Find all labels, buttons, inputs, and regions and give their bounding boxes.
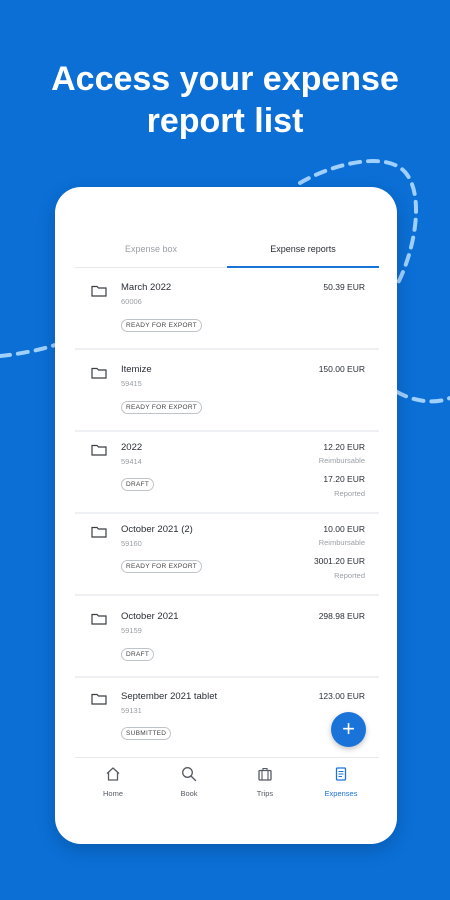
receipt-icon xyxy=(335,767,347,781)
folder-icon xyxy=(91,367,107,379)
status-badge: SUBMITTED xyxy=(121,727,172,740)
report-title: September 2021 tablet xyxy=(121,691,218,702)
report-card[interactable]: October 2021 (2) 59160 READY FOR EXPORT … xyxy=(75,514,379,594)
report-card[interactable]: October 2021 59159 DRAFT 298.98 EUR xyxy=(75,596,379,676)
search-icon xyxy=(182,767,197,782)
folder-icon xyxy=(91,285,107,297)
report-tabs: Expense box Expense reports xyxy=(75,232,379,268)
nav-trips[interactable]: Trips xyxy=(227,758,303,803)
report-amount: 150.00 EUR xyxy=(318,364,365,374)
folder-icon xyxy=(91,693,107,705)
report-card[interactable]: March 2022 60006 READY FOR EXPORT 50.39 … xyxy=(75,268,379,348)
report-number: 60006 xyxy=(121,297,142,306)
nav-trips-label: Trips xyxy=(256,789,274,798)
report-card[interactable]: 2022 59414 DRAFT 12.20 EUR Reimbursable … xyxy=(75,432,379,512)
report-number: 59131 xyxy=(121,706,142,715)
folder-icon xyxy=(91,613,107,625)
report-title: 2022 xyxy=(121,442,143,453)
tab-expense-box[interactable]: Expense box xyxy=(75,232,227,267)
plus-icon: + xyxy=(342,716,355,741)
folder-icon xyxy=(91,444,107,456)
app-screen: Expense box Expense reports March 2022 6… xyxy=(75,232,379,803)
bottom-navigation: Home Book Trips Expenses xyxy=(75,757,379,803)
nav-book-label: Book xyxy=(180,789,198,798)
report-amount: 10.00 EUR xyxy=(323,524,365,534)
report-amount: 123.00 EUR xyxy=(318,691,365,701)
status-badge: READY FOR EXPORT xyxy=(121,319,203,332)
report-number: 59159 xyxy=(121,626,142,635)
report-title: October 2021 (2) xyxy=(121,524,193,535)
suitcase-icon xyxy=(258,767,272,781)
home-icon xyxy=(106,767,120,781)
amount-note: Reimbursable xyxy=(318,456,365,465)
report-amount-2: 3001.20 EUR xyxy=(313,556,365,566)
headline: Access your expense report list xyxy=(0,58,450,142)
amount-note-2: Reported xyxy=(334,489,365,498)
amount-note: Reimbursable xyxy=(318,538,365,547)
phone-frame: Expense box Expense reports March 2022 6… xyxy=(55,187,397,844)
headline-line-1: Access your expense xyxy=(51,60,399,98)
status-badge: READY FOR EXPORT xyxy=(121,401,203,414)
nav-book[interactable]: Book xyxy=(151,758,227,803)
headline-line-2: report list xyxy=(146,102,304,140)
report-amount-2: 17.20 EUR xyxy=(323,474,365,484)
report-title: Itemize xyxy=(121,364,152,375)
expense-report-list: March 2022 60006 READY FOR EXPORT 50.39 … xyxy=(75,268,379,760)
report-card[interactable]: September 2021 tablet 59131 SUBMITTED 12… xyxy=(75,678,379,758)
report-card[interactable]: Itemize 59415 READY FOR EXPORT 150.00 EU… xyxy=(75,350,379,430)
report-title: March 2022 xyxy=(121,282,172,293)
report-number: 59160 xyxy=(121,539,142,548)
report-number: 59415 xyxy=(121,379,142,388)
add-report-button[interactable]: + xyxy=(331,712,366,747)
status-badge: READY FOR EXPORT xyxy=(121,560,203,573)
report-title: October 2021 xyxy=(121,611,179,622)
tab-expense-reports[interactable]: Expense reports xyxy=(227,232,379,268)
report-amount: 298.98 EUR xyxy=(318,611,365,621)
report-amount: 12.20 EUR xyxy=(323,442,365,452)
report-amount: 50.39 EUR xyxy=(323,282,365,292)
status-badge: DRAFT xyxy=(121,478,155,491)
report-number: 59414 xyxy=(121,457,142,466)
nav-home-label: Home xyxy=(102,789,123,798)
folder-icon xyxy=(91,526,107,538)
nav-expenses-label: Expenses xyxy=(324,789,358,798)
amount-note-2: Reported xyxy=(334,571,365,580)
nav-expenses[interactable]: Expenses xyxy=(303,758,379,803)
status-badge: DRAFT xyxy=(121,648,155,661)
nav-home[interactable]: Home xyxy=(75,758,151,803)
